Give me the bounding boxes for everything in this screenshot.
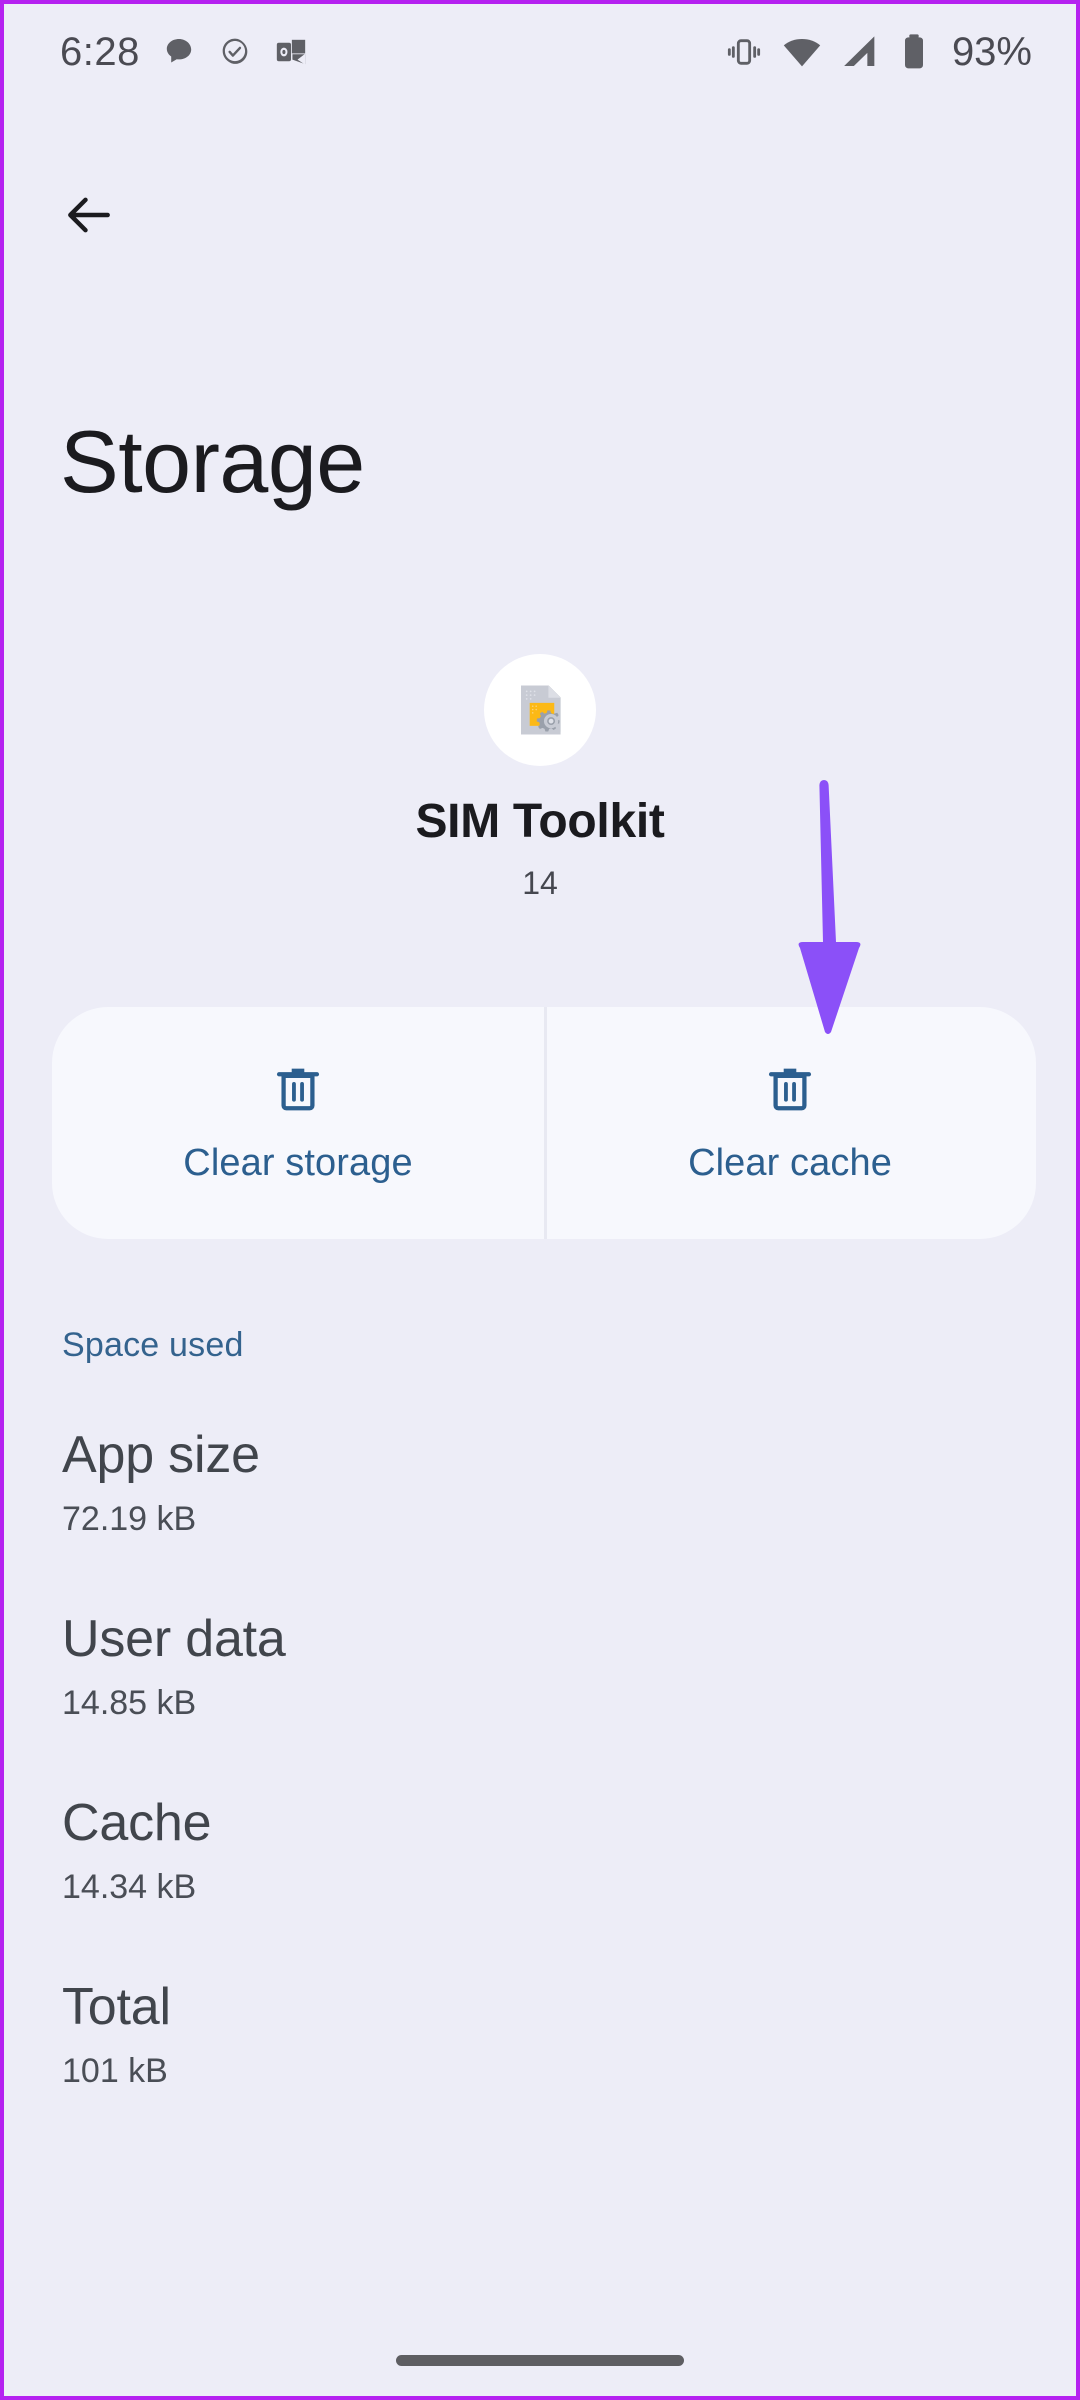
storage-actions-card: Clear storage Clear cache [52, 1007, 1036, 1239]
status-bar-left: 6:28 [60, 30, 308, 75]
clear-cache-label: Clear cache [688, 1142, 892, 1184]
storage-row: User data 14.85 kB [62, 1608, 1018, 1724]
chat-bubble-icon [166, 38, 192, 63]
app-version: 14 [522, 865, 558, 901]
home-indicator[interactable] [396, 2355, 684, 2366]
phone-screen: 6:28 93% Storage SIM Toolkit 14 Clear st… [0, 0, 1080, 2400]
wifi-icon [783, 39, 821, 67]
clear-cache-button[interactable]: Clear cache [544, 1007, 1036, 1239]
total-title: Total [62, 1978, 171, 2036]
battery-icon [904, 34, 923, 69]
back-arrow-icon [68, 197, 110, 233]
clear-storage-label: Clear storage [183, 1142, 413, 1184]
status-bar-right: 93% [724, 30, 1032, 75]
user-data-title: User data [62, 1610, 286, 1668]
sim-toolkit-icon [521, 685, 561, 735]
storage-row: Cache 14.34 kB [62, 1792, 1018, 1908]
space-used-list: App size 72.19 kB User data 14.85 kB Cac… [62, 1424, 1018, 2092]
app-header: SIM Toolkit 14 [4, 654, 1076, 902]
back-button[interactable] [46, 172, 132, 258]
app-name: SIM Toolkit [415, 795, 665, 848]
storage-row: App size 72.19 kB [62, 1424, 1018, 1540]
space-used-section-label: Space used [62, 1326, 244, 1364]
app-size-value: 72.19 kB [62, 1500, 197, 1538]
signal-icon [844, 36, 875, 66]
status-bar: 6:28 93% [4, 4, 1076, 100]
clock-check-icon [222, 38, 248, 64]
cache-value: 14.34 kB [62, 1868, 197, 1906]
vibrate-icon [727, 39, 761, 65]
user-data-value: 14.85 kB [62, 1684, 197, 1722]
app-icon [484, 654, 596, 766]
battery-percent-label: 93% [951, 29, 1032, 74]
page-title: Storage [60, 412, 365, 511]
outlook-icon [276, 39, 306, 65]
trash-icon [271, 1061, 325, 1120]
storage-row: Total 101 kB [62, 1976, 1018, 2092]
app-size-title: App size [62, 1426, 260, 1484]
cache-title: Cache [62, 1794, 212, 1852]
total-value: 101 kB [62, 2052, 168, 2090]
clear-storage-button[interactable]: Clear storage [52, 1007, 544, 1239]
trash-icon [763, 1061, 817, 1120]
status-bar-clock: 6:28 [60, 29, 140, 74]
